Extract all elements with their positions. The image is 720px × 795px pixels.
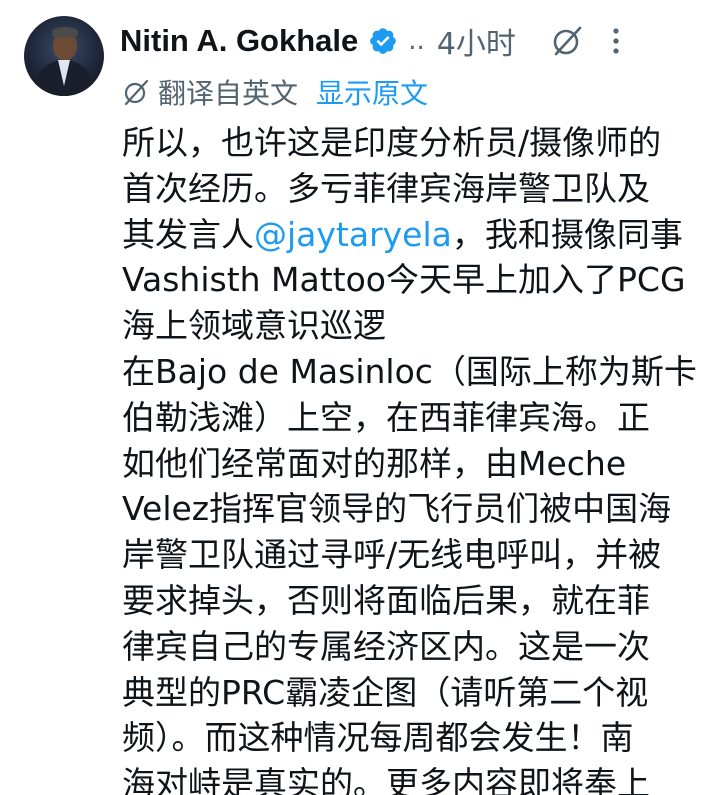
tweet-text: 所以，也许这是印度分析员/摄像师的 首次经历。多亏菲律宾海岸警卫队及 其发言人@…	[122, 120, 712, 795]
grok-icon[interactable]	[550, 24, 584, 58]
tweet-text-line: Velez指挥官领导的飞行员们被中国海	[122, 489, 672, 529]
translated-from-label: 翻译自英文	[158, 77, 299, 110]
tweet-header: Nitin A. Gokhale .. 4小时	[120, 18, 698, 64]
tweet-text-line: 典型的PRC霸凌企图（请听第二个视	[122, 672, 649, 712]
mention-link[interactable]: @jaytaryela	[254, 215, 452, 254]
timestamp[interactable]: 4小时	[437, 19, 516, 63]
tweet-text-line: 要求掉头，否则将面临后果，就在菲	[122, 580, 650, 620]
avatar-hair	[52, 27, 78, 37]
tweet: Nitin A. Gokhale .. 4小时 翻译自英文 显示原文 所以，也许…	[0, 0, 720, 795]
tweet-text-line: 海对峙是真实的。更多内容即将奉上	[122, 764, 650, 795]
tweet-text-line: Vashisth Mattoo今天早上加入了PCG	[122, 260, 686, 300]
show-original-link[interactable]: 显示原文	[316, 72, 428, 112]
more-vertical-icon[interactable]	[606, 24, 626, 58]
tweet-text-line: 律宾自己的专属经济区内。这是一次	[122, 626, 650, 666]
tweet-text-line: 如他们经常面对的那样，由Meche	[122, 443, 627, 483]
translate-icon	[122, 78, 150, 106]
tweet-text-line: 频）。而这种情况每周都会发生！南	[122, 718, 634, 758]
author-name[interactable]: Nitin A. Gokhale	[120, 23, 358, 59]
tweet-text-line: 首次经历。多亏菲律宾海岸警卫队及	[122, 168, 650, 208]
header-ellipsis: ..	[408, 26, 425, 56]
avatar[interactable]	[24, 16, 104, 96]
translation-row: 翻译自英文 显示原文	[122, 72, 428, 112]
tweet-text-line: 海上领域意识巡逻	[122, 306, 386, 346]
tweet-text-segment: 其发言人	[122, 214, 254, 254]
tweet-text-segment: ，我和摄像同事	[451, 214, 683, 254]
tweet-text-line: 所以，也许这是印度分析员/摄像师的	[122, 123, 662, 162]
tweet-text-line: 伯勒浅滩）上空，在西菲律宾海。正	[122, 397, 650, 437]
tweet-text-line: 在Bajo de Masinloc（国际上称为斯卡	[122, 351, 697, 391]
tweet-text-line: 岸警卫队通过寻呼/无线电呼叫，并被	[122, 535, 662, 575]
tweet-text-line: 其发言人@jaytaryela，我和摄像同事	[122, 212, 712, 258]
verified-badge-icon	[368, 26, 398, 56]
